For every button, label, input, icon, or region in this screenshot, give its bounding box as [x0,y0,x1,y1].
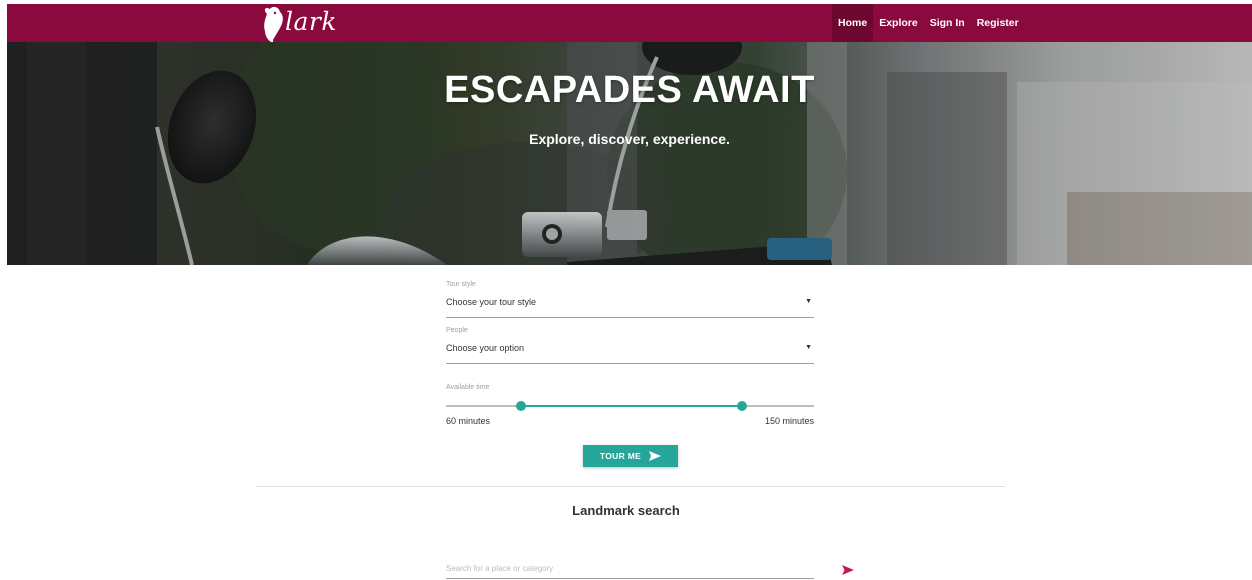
time-slider-max-handle[interactable] [737,401,748,411]
dropdown-arrow-icon: ▼ [805,298,812,305]
landmark-search-title: Landmark search [572,503,680,518]
people-select[interactable]: Choose your option ▼ [446,337,814,364]
hero-subtitle: Explore, discover, experience. [529,131,730,147]
section-divider [256,486,1005,487]
people-value: Choose your option [446,343,525,353]
tour-me-label: TOUR ME [599,451,642,461]
available-time-label: Available time [446,384,490,391]
hero-banner: ESCAPADES AWAIT Explore, discover, exper… [7,42,1252,265]
people-field: People Choose your option ▼ [446,327,814,364]
logo-text: lark [285,7,337,36]
dropdown-arrow-icon: ▼ [805,344,812,351]
tour-style-field: Tour style Choose your tour style ▼ [446,281,814,318]
nav-links: Home Explore Sign In Register [832,4,1025,42]
landmark-search-input[interactable] [446,558,814,579]
send-icon [649,451,662,461]
tour-style-select[interactable]: Choose your tour style ▼ [446,291,814,318]
time-slider-range [521,405,743,407]
time-slider-min-value: 60 minutes [446,416,491,426]
nav-link-sign-in[interactable]: Sign In [924,4,971,42]
time-slider-min-handle[interactable] [516,401,527,411]
tour-style-label: Tour style [446,281,476,288]
time-slider-max-value: 150 minutes [764,416,814,426]
people-label: People [446,327,468,334]
nav-link-register[interactable]: Register [971,4,1025,42]
send-icon[interactable] [841,563,855,577]
tour-me-button[interactable]: TOUR ME [583,445,678,467]
tour-style-value: Choose your tour style [446,297,537,307]
hero-title: ESCAPADES AWAIT [444,69,815,111]
nav-link-home[interactable]: Home [832,4,874,42]
tour-form: Tour style Choose your tour style ▼ Peop… [446,281,814,471]
top-navbar: lark Home Explore Sign In Register [7,4,1252,56]
nav-link-explore[interactable]: Explore [873,4,924,42]
